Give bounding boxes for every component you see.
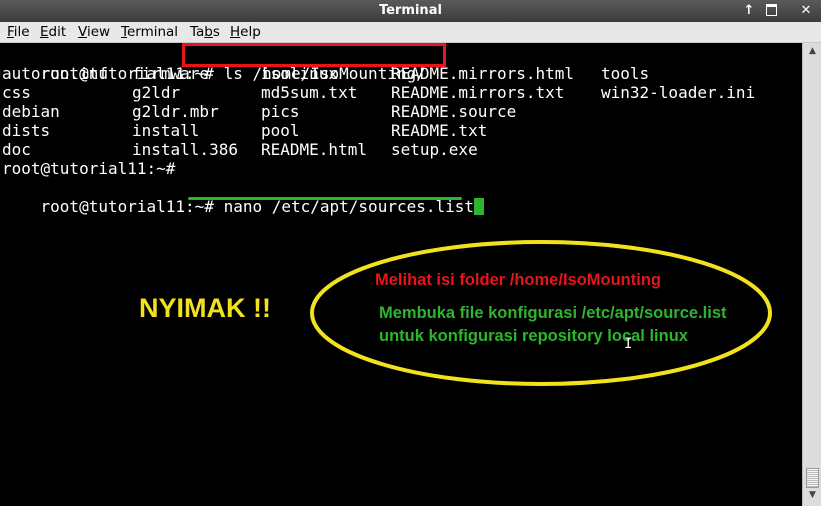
listing-cell: g2ldr.mbr: [132, 102, 219, 121]
listing-cell: README.source: [391, 102, 517, 121]
menu-help-label-rest: elp: [240, 24, 261, 40]
listing-cell: install: [132, 121, 200, 140]
menu-view[interactable]: View: [78, 24, 110, 40]
arrow-up-icon[interactable]: ↑: [740, 2, 758, 20]
vertical-scrollbar[interactable]: ▲ ▼: [802, 43, 821, 506]
menu-terminal[interactable]: Terminal: [121, 24, 178, 40]
menu-edit-label-rest: dit: [48, 24, 67, 40]
menu-view-label-rest: iew: [86, 24, 111, 40]
listing-cell: md5sum.txt: [261, 83, 358, 102]
menu-file[interactable]: File: [7, 24, 30, 40]
close-button[interactable]: ✕: [797, 2, 815, 20]
empty-prompt-line: root@tutorial11:~#: [2, 159, 176, 178]
listing-cell: pool: [261, 121, 300, 140]
text-cursor: [474, 198, 485, 215]
listing-row: autorun.inf firmware isolinux README.mir…: [2, 64, 649, 83]
listing-cell: README.html: [261, 140, 367, 159]
listing-cell: README.txt: [391, 121, 488, 140]
menu-file-label-rest: ile: [13, 24, 30, 40]
listing-cell: doc: [2, 140, 31, 159]
menu-file-mnemonic: F: [7, 24, 14, 40]
note-nano-explanation-line2: untuk konfigurasi repository local linux: [379, 327, 688, 345]
window-title: Terminal: [379, 3, 442, 18]
scroll-up-icon[interactable]: ▲: [805, 44, 820, 59]
listing-cell: firmware: [132, 64, 210, 83]
listing-row: dists install pool README.txt: [2, 121, 487, 140]
command-underline: [188, 197, 462, 200]
listing-cell: isolinux: [261, 64, 339, 83]
maximize-icon: [765, 3, 777, 16]
window-titlebar[interactable]: Terminal ↑ ✕: [0, 0, 821, 22]
menu-tabs-label-rest: s: [212, 24, 220, 40]
menu-bar: File Edit View Terminal Tabs Help: [0, 22, 821, 43]
scrollbar-thumb[interactable]: [806, 468, 819, 488]
note-nano-explanation-line1: Membuka file konfigurasi /etc/apt/source…: [379, 304, 727, 322]
menu-edit-mnemonic: E: [40, 24, 49, 40]
nyimak-annotation: NYIMAK !!: [139, 293, 271, 323]
menu-help-mnemonic: H: [230, 24, 241, 40]
listing-cell: dists: [2, 121, 51, 140]
listing-cell: debian: [2, 102, 60, 121]
listing-cell: README.mirrors.txt: [391, 83, 565, 102]
maximize-button[interactable]: [762, 2, 780, 20]
menu-tabs-label: Ta: [190, 24, 205, 40]
menu-tabs-mnemonic: b: [204, 24, 213, 40]
listing-cell: install.386: [132, 140, 238, 159]
listing-cell: css: [2, 83, 31, 102]
ibeam-cursor-icon: I: [624, 336, 633, 352]
listing-cell: win32-loader.ini: [601, 83, 756, 102]
listing-cell: setup.exe: [391, 140, 478, 159]
listing-cell: g2ldr: [132, 83, 181, 102]
listing-cell: pics: [261, 102, 300, 121]
menu-tabs[interactable]: Tabs: [190, 24, 220, 40]
listing-cell: README.mirrors.html: [391, 64, 575, 83]
menu-view-mnemonic: V: [78, 24, 87, 40]
listing-row: css g2ldr md5sum.txt README.mirrors.txt …: [2, 83, 755, 102]
command-line-2[interactable]: root@tutorial11:~# nano /etc/apt/sources…: [2, 178, 485, 216]
menu-help[interactable]: Help: [230, 24, 261, 40]
listing-cell: tools: [601, 64, 650, 83]
listing-row: doc install.386 README.html setup.exe: [2, 140, 478, 159]
listing-row: debian g2ldr.mbr pics README.source: [2, 102, 516, 121]
note-ls-explanation: Melihat isi folder /home/IsoMounting: [375, 271, 662, 289]
listing-cell: autorun.inf: [2, 64, 108, 83]
scroll-down-icon[interactable]: ▼: [805, 488, 820, 503]
menu-edit[interactable]: Edit: [40, 24, 66, 40]
menu-terminal-label-rest: erminal: [126, 24, 179, 40]
